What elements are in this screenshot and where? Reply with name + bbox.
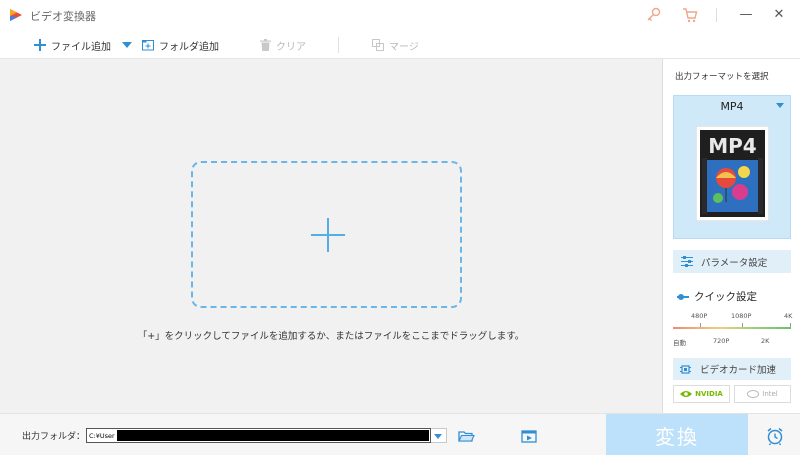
folder-add-icon bbox=[142, 40, 154, 51]
format-name: MP4 bbox=[720, 100, 744, 113]
minimize-button[interactable]: — bbox=[736, 5, 756, 25]
toolbar: ファイル追加 フォルダ追加 クリア マージ bbox=[0, 30, 800, 59]
add-file-dropzone[interactable] bbox=[191, 161, 462, 308]
plus-icon bbox=[311, 218, 345, 252]
alarm-clock-icon[interactable] bbox=[765, 426, 785, 446]
quick-settings-label: クイック設定 bbox=[694, 291, 757, 303]
title-divider bbox=[716, 8, 717, 22]
convert-button[interactable]: 変換 bbox=[606, 414, 748, 455]
output-path-dropdown[interactable] bbox=[431, 428, 447, 443]
quality-tick-1080p: 1080P bbox=[731, 312, 752, 320]
quality-tick-480p: 480P bbox=[691, 312, 708, 320]
chip-icon bbox=[680, 364, 691, 374]
plus-icon bbox=[34, 39, 46, 51]
output-folder-label: 出力フォルダ： bbox=[22, 432, 86, 442]
sliders-icon bbox=[681, 256, 693, 267]
add-file-button[interactable]: ファイル追加 bbox=[34, 36, 111, 54]
caret-down-icon bbox=[776, 103, 784, 108]
slider-dot-icon bbox=[677, 293, 689, 300]
preview-video-icon[interactable] bbox=[520, 427, 538, 445]
film-strip-icon bbox=[702, 158, 763, 214]
clear-button[interactable]: クリア bbox=[260, 36, 306, 54]
output-format-panel: 出力フォーマットを選択 MP4 MP4 パラメータ設定 クイック設定 480P … bbox=[662, 59, 800, 413]
intel-badge: Intel bbox=[734, 385, 791, 403]
add-file-label: ファイル追加 bbox=[51, 41, 111, 53]
quality-tick-2k: 2K bbox=[761, 337, 770, 345]
redacted-path-bar bbox=[117, 430, 429, 441]
cart-icon[interactable] bbox=[681, 6, 699, 24]
output-path-text: C:¥User bbox=[89, 431, 115, 440]
drop-hint-text: 「+」をクリックしてファイルを追加するか、またはファイルをここまでドラッグします… bbox=[137, 331, 525, 342]
add-folder-label: フォルダ追加 bbox=[159, 41, 219, 53]
add-file-dropdown[interactable] bbox=[122, 36, 132, 54]
gpu-acceleration-label: ビデオカード加速 bbox=[700, 365, 777, 376]
app-title: ビデオ変換器 bbox=[30, 10, 96, 23]
nvidia-label: NVIDIA bbox=[695, 390, 723, 398]
parameter-settings-button[interactable]: パラメータ設定 bbox=[673, 250, 791, 273]
bottom-bar: 出力フォルダ： C:¥User 変換 bbox=[0, 413, 800, 455]
intel-logo-icon bbox=[747, 390, 760, 398]
clear-label: クリア bbox=[276, 41, 306, 53]
file-workspace: 「+」をクリックしてファイルを追加するか、またはファイルをここまでドラッグします… bbox=[0, 59, 662, 413]
trash-icon bbox=[260, 39, 271, 51]
merge-label: マージ bbox=[389, 41, 419, 53]
key-icon[interactable] bbox=[645, 6, 663, 24]
parameter-settings-label: パラメータ設定 bbox=[701, 257, 768, 269]
close-button[interactable]: ✕ bbox=[769, 5, 789, 25]
toolbar-divider bbox=[338, 37, 339, 53]
mp4-icon-text: MP4 bbox=[708, 134, 756, 158]
caret-down-icon bbox=[122, 42, 132, 48]
mp4-format-icon: MP4 bbox=[696, 126, 769, 221]
merge-icon bbox=[372, 39, 384, 51]
gpu-acceleration-button[interactable]: ビデオカード加速 bbox=[673, 358, 791, 380]
quality-tick-4k: 4K bbox=[784, 312, 793, 320]
quick-settings-title: クイック設定 bbox=[677, 289, 757, 304]
output-format-title: 出力フォーマットを選択 bbox=[675, 72, 769, 82]
merge-button[interactable]: マージ bbox=[372, 36, 419, 54]
quality-tick-auto: 自動 bbox=[673, 339, 686, 347]
quality-slider[interactable] bbox=[673, 327, 791, 329]
output-path-field[interactable]: C:¥User bbox=[86, 428, 431, 443]
format-selector[interactable]: MP4 MP4 bbox=[673, 95, 791, 239]
nvidia-badge: NVIDIA bbox=[673, 385, 730, 403]
app-logo bbox=[10, 9, 22, 21]
open-folder-icon[interactable] bbox=[457, 427, 475, 445]
intel-label: Intel bbox=[762, 390, 778, 398]
nvidia-logo-icon bbox=[680, 391, 693, 397]
title-bar: ビデオ変換器 — ✕ bbox=[0, 0, 800, 30]
add-folder-button[interactable]: フォルダ追加 bbox=[142, 36, 219, 54]
quality-tick-720p: 720P bbox=[713, 337, 730, 345]
